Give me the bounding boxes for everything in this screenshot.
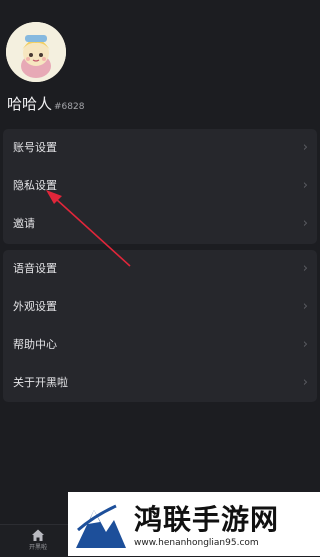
home-icon [32,529,44,541]
annotation-arrow [46,190,131,267]
watermark-url: www.henanhonglian95.com [134,538,259,548]
tab-home[interactable]: 开黑啦 [23,528,53,556]
watermark-banner: 鸿联手游网 www.henanhonglian95.com [68,492,320,556]
tab-home-label: 开黑啦 [28,544,47,551]
watermark-title: 鸿联手游网 [134,503,280,536]
watermark-logo [76,504,126,548]
